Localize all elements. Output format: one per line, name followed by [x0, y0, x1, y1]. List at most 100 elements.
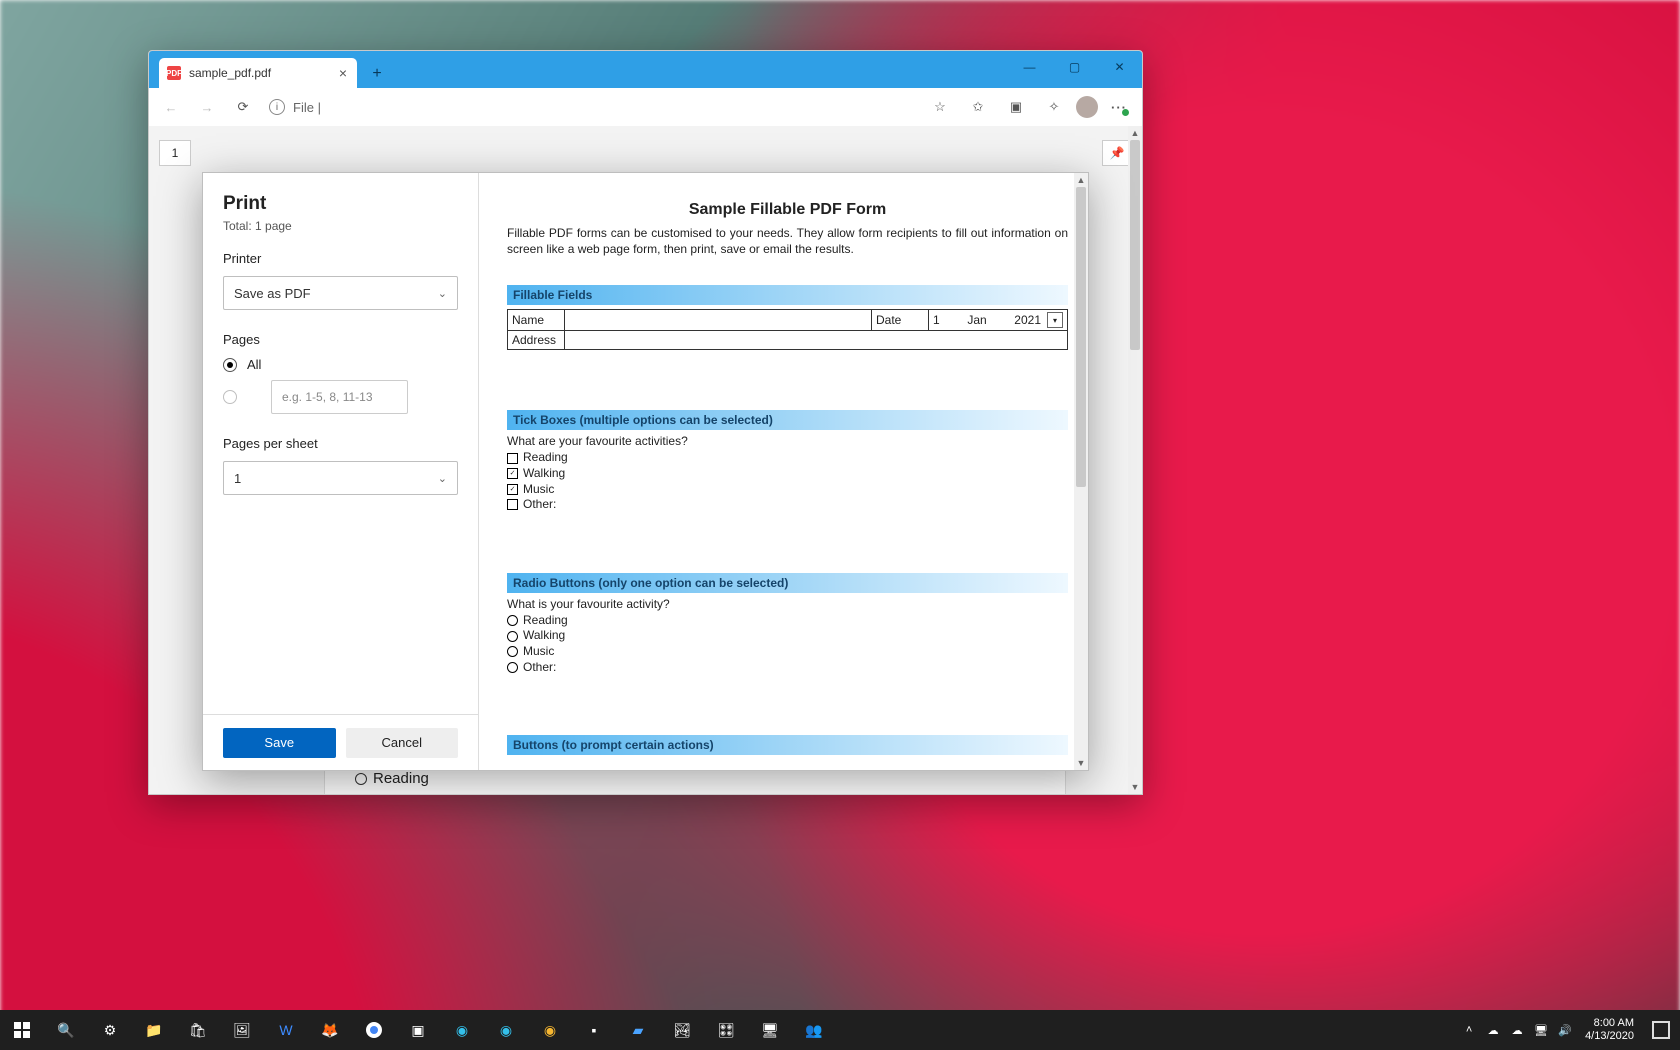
pages-range-placeholder: e.g. 1-5, 8, 11-13	[282, 390, 373, 404]
print-total: Total: 1 page	[223, 219, 458, 233]
section-fillable-header: Fillable Fields	[507, 285, 1068, 305]
name-label-cell: Name	[508, 310, 565, 331]
pages-range-radio[interactable]: e.g. 1-5, 8, 11-13	[223, 380, 458, 414]
edge-icon[interactable]: ◉	[440, 1010, 484, 1050]
printer-select[interactable]: Save as PDF ⌄	[223, 276, 458, 310]
remote-desktop-icon[interactable]: 🖥	[748, 1010, 792, 1050]
terminal-icon[interactable]: ▣	[396, 1010, 440, 1050]
print-dialog: Print Total: 1 page Printer Save as PDF …	[202, 172, 1089, 771]
chevron-down-icon: ⌄	[438, 472, 447, 485]
address-input-cell[interactable]	[565, 331, 1068, 350]
close-tab-button[interactable]: ×	[339, 65, 347, 81]
date-year: 2021	[1014, 313, 1041, 327]
search-button[interactable]: 🔍	[44, 1010, 88, 1050]
section-radio-header: Radio Buttons (only one option can be se…	[507, 573, 1068, 593]
cmd-icon[interactable]: ▪	[572, 1010, 616, 1050]
print-options-pane: Print Total: 1 page Printer Save as PDF …	[203, 173, 479, 770]
tick-opt-walking[interactable]: ✓Walking	[507, 466, 1068, 482]
pages-label: Pages	[223, 332, 458, 347]
taskbar-clock[interactable]: 8:00 AM 4/13/2020	[1577, 1017, 1642, 1042]
pdf-title: Sample Fillable PDF Form	[507, 201, 1068, 219]
preview-scrollbar-thumb[interactable]	[1076, 187, 1086, 487]
radio-opt-other[interactable]: Other:	[507, 660, 1068, 676]
teams-icon[interactable]: 👥	[792, 1010, 836, 1050]
action-center-button[interactable]	[1642, 1010, 1680, 1050]
tick-question: What are your favourite activities?	[507, 434, 1068, 448]
settings-menu-button[interactable]: ···	[1104, 92, 1136, 122]
cancel-button[interactable]: Cancel	[346, 728, 459, 758]
pages-per-sheet-select[interactable]: 1 ⌄	[223, 461, 458, 495]
pps-value: 1	[234, 471, 241, 486]
minimize-button[interactable]: —	[1007, 51, 1052, 83]
weather-icon[interactable]: ☁	[1505, 1024, 1529, 1037]
onedrive-icon[interactable]: ☁	[1481, 1024, 1505, 1037]
fillable-table: Name Date 1 Jan 2021 ▾	[507, 309, 1068, 350]
maximize-button[interactable]: ▢	[1052, 51, 1097, 83]
tick-opt-reading[interactable]: Reading	[507, 450, 1068, 466]
tab-sample-pdf[interactable]: PDF sample_pdf.pdf ×	[159, 58, 357, 88]
collections-icon[interactable]: ▣	[1000, 92, 1032, 122]
radio-on-icon	[223, 358, 237, 372]
radio-opt-music[interactable]: Music	[507, 644, 1068, 660]
printer-value: Save as PDF	[234, 286, 311, 301]
reload-button[interactable]: ⟳	[227, 92, 259, 122]
address-text: File |	[293, 100, 321, 115]
word-icon[interactable]: W	[264, 1010, 308, 1050]
profile-icon[interactable]: ✧	[1038, 92, 1070, 122]
chrome-icon[interactable]	[352, 1010, 396, 1050]
volume-icon[interactable]: 🔊	[1553, 1024, 1577, 1037]
edge-beta-icon[interactable]: ◉	[484, 1010, 528, 1050]
pdf-intro: Fillable PDF forms can be customised to …	[507, 225, 1068, 257]
file-explorer-icon[interactable]: 📁	[132, 1010, 176, 1050]
tab-strip: PDF sample_pdf.pdf × + — ▢ ✕	[149, 51, 1142, 88]
back-button[interactable]: ←	[155, 92, 187, 122]
date-label-cell: Date	[872, 310, 929, 331]
section-tick-header: Tick Boxes (multiple options can be sele…	[507, 410, 1068, 430]
settings-gear-icon[interactable]: ⚙	[88, 1010, 132, 1050]
pages-all-text: All	[247, 357, 261, 372]
date-picker-icon[interactable]: ▾	[1047, 312, 1063, 328]
scrollbar-thumb[interactable]	[1130, 140, 1140, 350]
save-button[interactable]: Save	[223, 728, 336, 758]
page-number-indicator[interactable]: 1	[159, 140, 191, 166]
clock-time: 8:00 AM	[1594, 1017, 1634, 1030]
store-icon[interactable]: 🛍	[176, 1010, 220, 1050]
browser-toolbar: ← → ⟳ i File | ☆ ✩ ▣ ✧ ···	[149, 88, 1142, 127]
tray-expand-icon[interactable]: ˄	[1457, 1024, 1481, 1036]
radio-question: What is your favourite activity?	[507, 597, 1068, 611]
chevron-down-icon: ⌄	[438, 287, 447, 300]
preview-scrollbar[interactable]: ▲ ▼	[1074, 173, 1088, 770]
viewport-scrollbar[interactable]: ▲ ▼	[1128, 126, 1142, 794]
address-bar[interactable]: i File |	[263, 99, 920, 115]
name-input-cell[interactable]	[565, 310, 872, 331]
powershell-icon[interactable]: ▰	[616, 1010, 660, 1050]
favorite-star-icon[interactable]: ☆	[924, 92, 956, 122]
forward-button[interactable]: →	[191, 92, 223, 122]
start-button[interactable]	[0, 1010, 44, 1050]
pages-range-input[interactable]: e.g. 1-5, 8, 11-13	[271, 380, 408, 414]
pps-label: Pages per sheet	[223, 436, 458, 451]
date-month: Jan	[967, 313, 986, 327]
radio-opt-walking[interactable]: Walking	[507, 628, 1068, 644]
new-tab-button[interactable]: +	[363, 60, 391, 88]
browser-window: PDF sample_pdf.pdf × + — ▢ ✕ ← → ⟳ i Fil…	[148, 50, 1143, 795]
network-icon[interactable]: 🖥	[1529, 1024, 1553, 1037]
print-preview-pane: Sample Fillable PDF Form Fillable PDF fo…	[479, 173, 1088, 770]
photos-icon[interactable]: 🖼	[220, 1010, 264, 1050]
pages-all-radio[interactable]: All	[223, 357, 458, 372]
printer-label: Printer	[223, 251, 458, 266]
radio-opt-reading[interactable]: Reading	[507, 613, 1068, 629]
print-footer: Save Cancel	[203, 714, 478, 770]
favorites-list-icon[interactable]: ✩	[962, 92, 994, 122]
edge-canary-icon[interactable]: ◉	[528, 1010, 572, 1050]
bg-opt-walking: Walking	[373, 790, 426, 794]
tick-opt-music[interactable]: ✓Music	[507, 482, 1068, 498]
user-avatar[interactable]	[1076, 96, 1098, 118]
close-window-button[interactable]: ✕	[1097, 51, 1142, 83]
firefox-icon[interactable]: 🦊	[308, 1010, 352, 1050]
photos2-icon[interactable]: 🏞	[660, 1010, 704, 1050]
system-tray: ˄ ☁ ☁ 🖥 🔊 8:00 AM 4/13/2020	[1457, 1010, 1680, 1050]
powertoys-icon[interactable]: 🎛	[704, 1010, 748, 1050]
info-icon: i	[269, 99, 285, 115]
tick-opt-other[interactable]: Other:	[507, 497, 1068, 513]
